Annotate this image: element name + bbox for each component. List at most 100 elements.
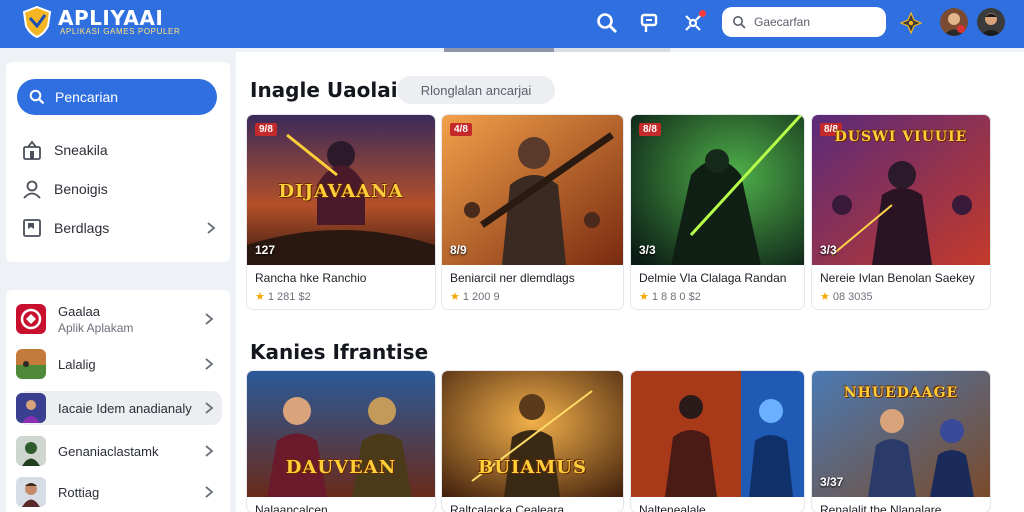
search-icon[interactable]	[594, 10, 620, 36]
game-card[interactable]: 8/8 DUSWI VIUUIE 3/3 Nereie Ivlan Benola…	[812, 115, 990, 309]
list-item[interactable]: Iacaie Idem anadianaly	[16, 391, 222, 425]
star-icon: ★	[255, 291, 265, 303]
sidebar-item-label: Sneakila	[54, 142, 108, 158]
list-item-label: Rottiag	[58, 484, 100, 500]
game-name: Nalaancalcen	[255, 503, 328, 512]
game-card[interactable]: NHUEDAAGE 3/37 Renalalit the Nlanalare	[812, 371, 990, 512]
game-name: Nereie Ivlan Benolan Saekey	[820, 271, 975, 285]
sidebar-item-home[interactable]: Sneakila	[22, 136, 222, 164]
user-icon	[23, 180, 41, 199]
sidebar-search-label: Pencarian	[55, 89, 119, 105]
sidebar-item-profile[interactable]: Benoigis	[22, 175, 222, 203]
section-title-popular: Inagle Uaolai ·	[250, 78, 413, 102]
sidebar-item-bookmarks[interactable]: Berdlags	[22, 214, 222, 242]
rating-text: 1 200 9	[462, 290, 500, 303]
top-search-input[interactable]: Gaecarfan	[722, 7, 886, 37]
list-item-sub: Aplik Aplakam	[58, 320, 134, 335]
search-icon	[29, 89, 45, 105]
cover-title: DUSWI VIUUIE	[834, 129, 968, 145]
player-count: 3/37	[820, 475, 844, 489]
game-card[interactable]: 8/8 3/3 Delmie Vla Clalaga Randan ★ 1 8 8…	[631, 115, 804, 309]
star-icon: ★	[639, 291, 649, 303]
star-icon: ★	[450, 291, 460, 303]
star-icon: ★	[820, 291, 830, 303]
game-card[interactable]: DAUVEAN Nalaancalcen	[247, 371, 435, 512]
game-name: Naltenealale	[639, 503, 706, 512]
list-item-label: Lalalig	[58, 356, 96, 372]
game-card[interactable]: BUIAMUS Raltcalacka Cealeara	[442, 371, 623, 512]
sidebar-item-label: Benoigis	[54, 181, 108, 197]
game-card[interactable]: 9/8 DIJAVAANA 127 Rancha hke Ranchio ★ 1 …	[247, 115, 435, 309]
player-count: 8/9	[450, 243, 467, 257]
rating-text: 1 281 $2	[267, 290, 311, 303]
shield-logo-icon[interactable]	[22, 6, 52, 38]
chevron-right-icon	[207, 222, 216, 234]
rank-badge: 4/8	[450, 123, 472, 136]
game-name: Renalalit the Nlanalare	[820, 503, 942, 512]
cover-title: DIJAVAANA	[278, 181, 404, 202]
top-bar: APLIYAAI APLIKASI GAMES POPULER Gaecarfa…	[0, 0, 1024, 48]
list-item[interactable]: Lalalig	[16, 347, 222, 381]
player-count: 3/3	[820, 243, 837, 257]
sidebar-item-label: Berdlags	[54, 220, 110, 236]
game-rating: ★ 1 281 $2	[247, 286, 435, 309]
list-item[interactable]: Rottiag	[16, 475, 222, 509]
rating-text: 08 3035	[832, 290, 873, 303]
list-item-label: Gaalaa	[58, 303, 100, 319]
chevron-right-icon	[205, 445, 214, 457]
cover-title: NHUEDAAGE	[843, 385, 959, 401]
chevron-right-icon	[205, 358, 214, 370]
game-name: Raltcalacka Cealeara	[450, 503, 565, 512]
game-name: Rancha hke Ranchio	[255, 271, 367, 285]
list-item[interactable]: Gaalaa Aplik Aplakam	[16, 302, 222, 336]
game-name: Beniarcil ner dlemdlags	[450, 271, 575, 285]
game-card[interactable]: Naltenealale	[631, 371, 804, 512]
notification-dot	[699, 10, 706, 17]
home-icon	[23, 140, 41, 160]
game-cover-image: 8/8 DUSWI VIUUIE 3/3	[812, 115, 990, 265]
search-icon	[733, 16, 746, 29]
list-item-label: Genaniaclastamk	[58, 443, 159, 459]
game-rating: ★ 1 8 8 0 $2	[631, 286, 804, 309]
app-subtitle: APLIKASI GAMES POPULER	[60, 27, 181, 36]
game-cover-image: BUIAMUS	[442, 371, 623, 497]
game-cover-image: 8/8 3/3	[631, 115, 804, 265]
filter-chip[interactable]: Rlonglalan ancarjai	[397, 76, 555, 104]
sidebar-game-list: Gaalaa Aplik Aplakam Lalalig Iacaie Idem…	[6, 290, 230, 512]
cover-title: BUIAMUS	[478, 457, 587, 478]
game-thumb-icon	[16, 349, 46, 379]
game-thumb-icon	[16, 477, 46, 507]
profile-avatar[interactable]	[977, 8, 1005, 36]
game-cover-image: 4/8 8/9	[442, 115, 623, 265]
game-name: Delmie Vla Clalaga Randan	[639, 271, 787, 285]
player-count: 127	[255, 243, 276, 257]
game-thumb-icon	[16, 304, 46, 334]
game-thumb-icon	[16, 393, 46, 423]
section-title-franchise: Kanies Ifrantise	[250, 340, 429, 364]
avatar[interactable]	[940, 8, 968, 36]
sidebar-search-button[interactable]: Pencarian	[17, 79, 217, 115]
rating-text: 1 8 8 0 $2	[651, 290, 701, 303]
list-item-label: Iacaie Idem anadianaly	[58, 400, 192, 416]
chevron-right-icon	[205, 486, 214, 498]
bookmark-icon	[23, 219, 41, 237]
game-cover-image: NHUEDAAGE 3/37	[812, 371, 990, 497]
search-placeholder: Gaecarfan	[754, 15, 811, 29]
chevron-right-icon	[205, 313, 214, 325]
game-rating: ★ 08 3035	[812, 286, 990, 309]
game-cover-image: DAUVEAN	[247, 371, 435, 497]
cover-title: DAUVEAN	[285, 457, 397, 478]
game-card[interactable]: 4/8 8/9 Beniarcil ner dlemdlags ★ 1 200 9	[442, 115, 623, 309]
list-item[interactable]: Genaniaclastamk	[16, 434, 222, 468]
chevron-right-icon	[205, 402, 214, 414]
gamepad-icon[interactable]	[898, 10, 924, 36]
game-thumb-icon	[16, 436, 46, 466]
game-cover-image: 9/8 DIJAVAANA 127	[247, 115, 435, 265]
rank-badge: 8/8	[639, 123, 661, 136]
network-icon[interactable]	[680, 10, 706, 36]
game-rating: ★ 1 200 9	[442, 286, 623, 309]
player-count: 3/3	[639, 243, 656, 257]
game-cover-image	[631, 371, 804, 497]
flag-icon[interactable]	[636, 10, 662, 36]
sidebar-nav-panel: Pencarian Sneakila Benoigis Berdlags	[6, 62, 230, 262]
